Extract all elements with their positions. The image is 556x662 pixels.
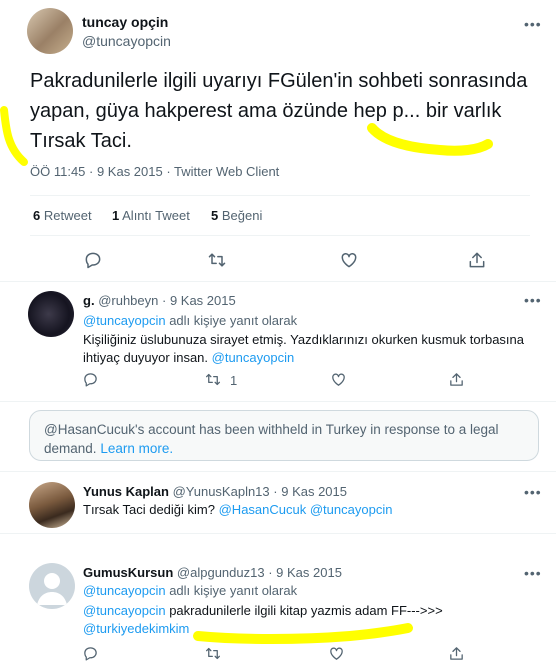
highlighter-stroke — [0, 106, 28, 166]
highlighter-stroke — [193, 623, 413, 644]
highlighter-mark — [0, 106, 493, 644]
highlighter-stroke — [367, 123, 493, 156]
